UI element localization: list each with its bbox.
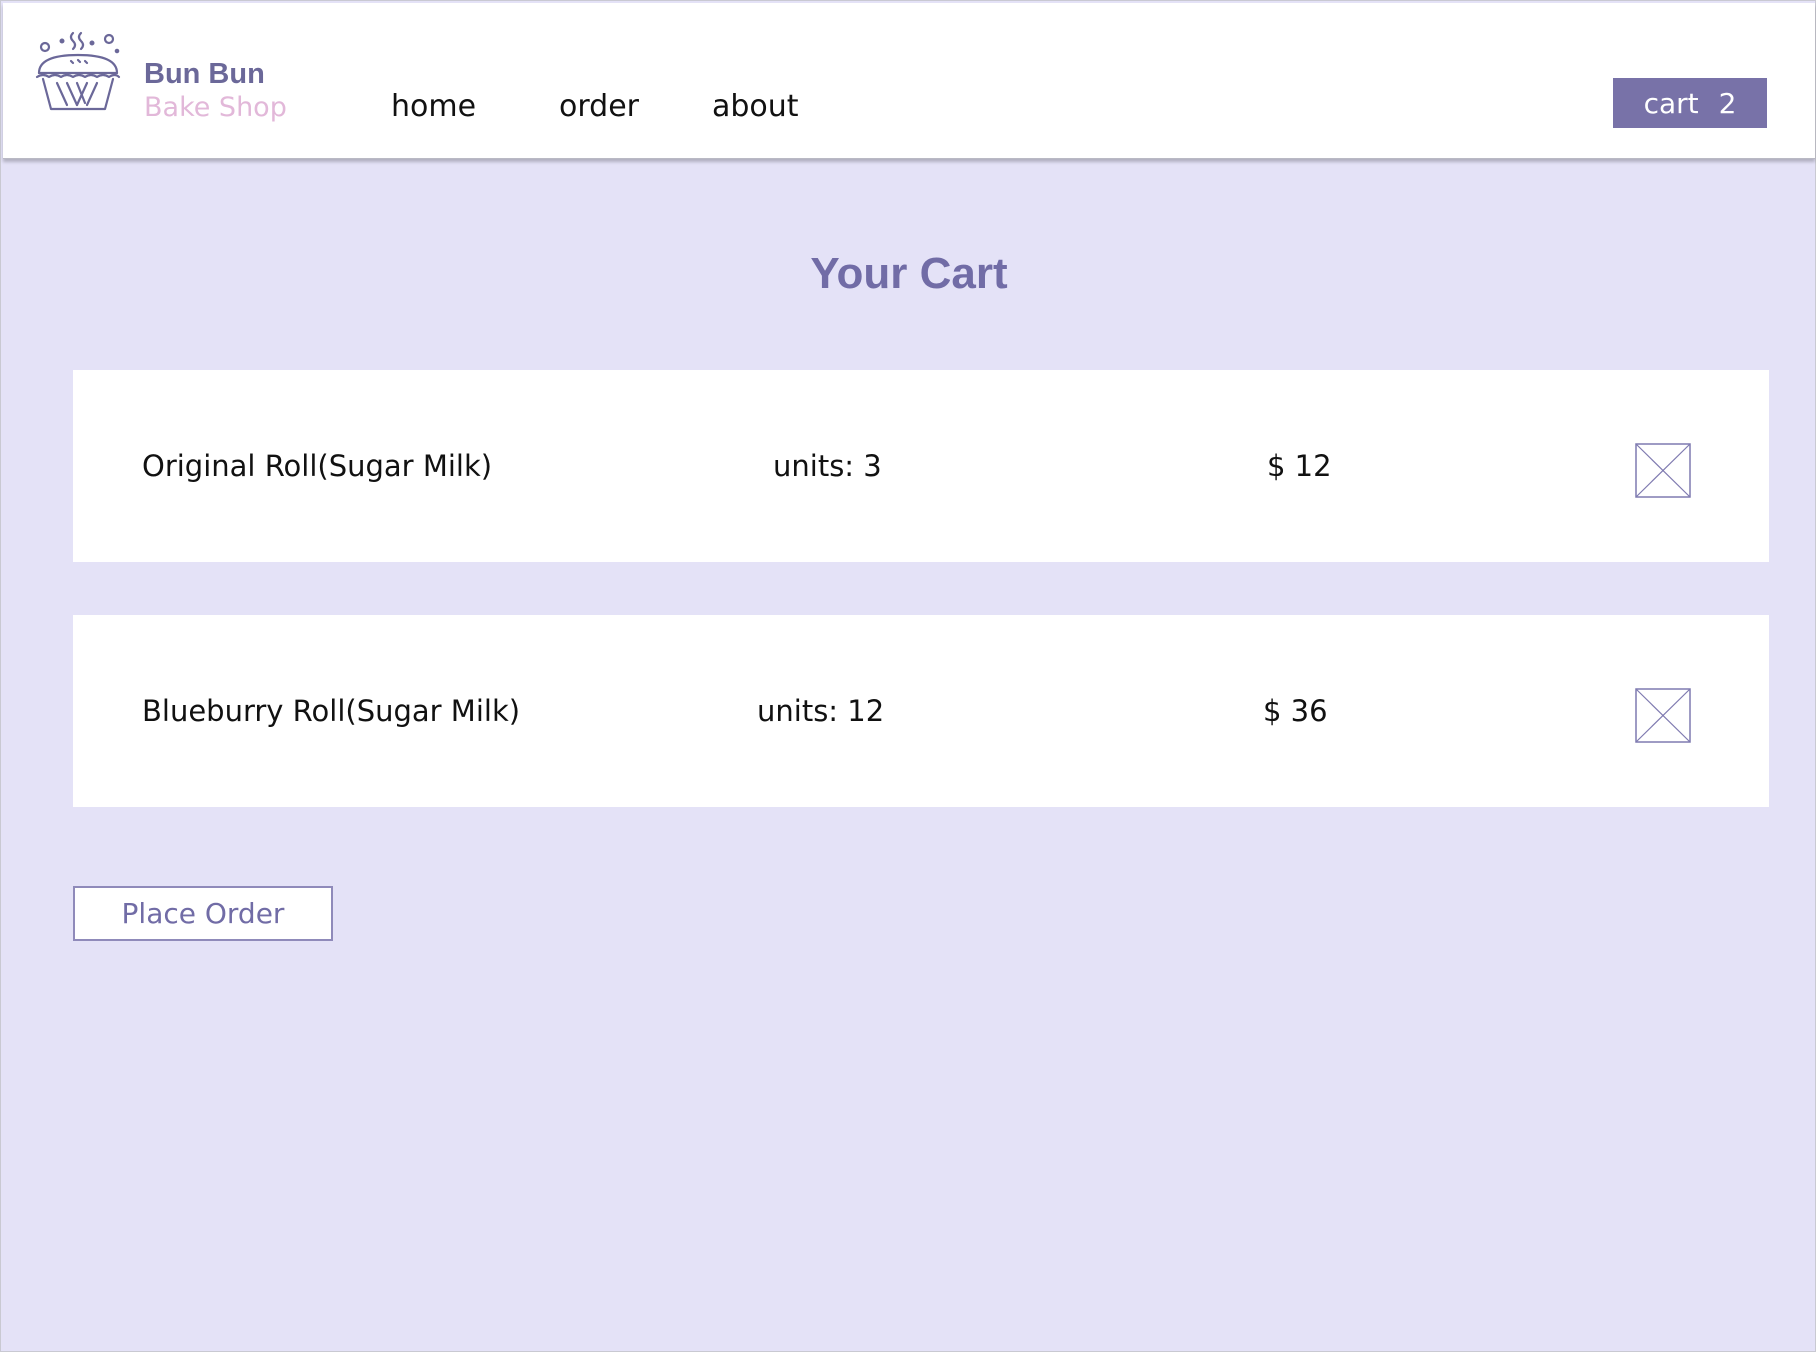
remove-x-icon[interactable] (1635, 688, 1691, 743)
cart-button[interactable]: cart 2 (1613, 78, 1767, 128)
page-title: Your Cart (810, 249, 1008, 298)
cart-item-name: Original Roll(Sugar Milk) (142, 449, 493, 483)
site-header: Bun Bun Bake Shop home order about cart … (3, 3, 1815, 159)
cart-item-row: Blueburry Roll(Sugar Milk) units: 12 $ 3… (73, 615, 1769, 807)
pie-basket-icon (35, 31, 121, 111)
brand-name[interactable]: Bun Bun Bake Shop (144, 57, 287, 125)
nav-home-link[interactable]: home (391, 89, 476, 124)
cart-item-name: Blueburry Roll(Sugar Milk) (142, 694, 521, 728)
cart-count-badge: 2 (1718, 86, 1737, 120)
nav-about-link[interactable]: about (712, 89, 799, 124)
nav-order-link[interactable]: order (559, 89, 639, 124)
cart-item-row: Original Roll(Sugar Milk) units: 3 $ 12 (73, 370, 1769, 562)
cart-item-price: $ 36 (1263, 694, 1328, 728)
place-order-button[interactable]: Place Order (73, 886, 333, 941)
cart-label: cart (1643, 86, 1699, 120)
cart-item-units: units: 12 (757, 694, 885, 728)
cart-item-units: units: 3 (773, 449, 882, 483)
brand-name-line1: Bun Bun (144, 58, 265, 90)
brand-name-line2: Bake Shop (144, 92, 287, 123)
remove-x-icon[interactable] (1635, 443, 1691, 498)
cart-item-price: $ 12 (1267, 449, 1332, 483)
